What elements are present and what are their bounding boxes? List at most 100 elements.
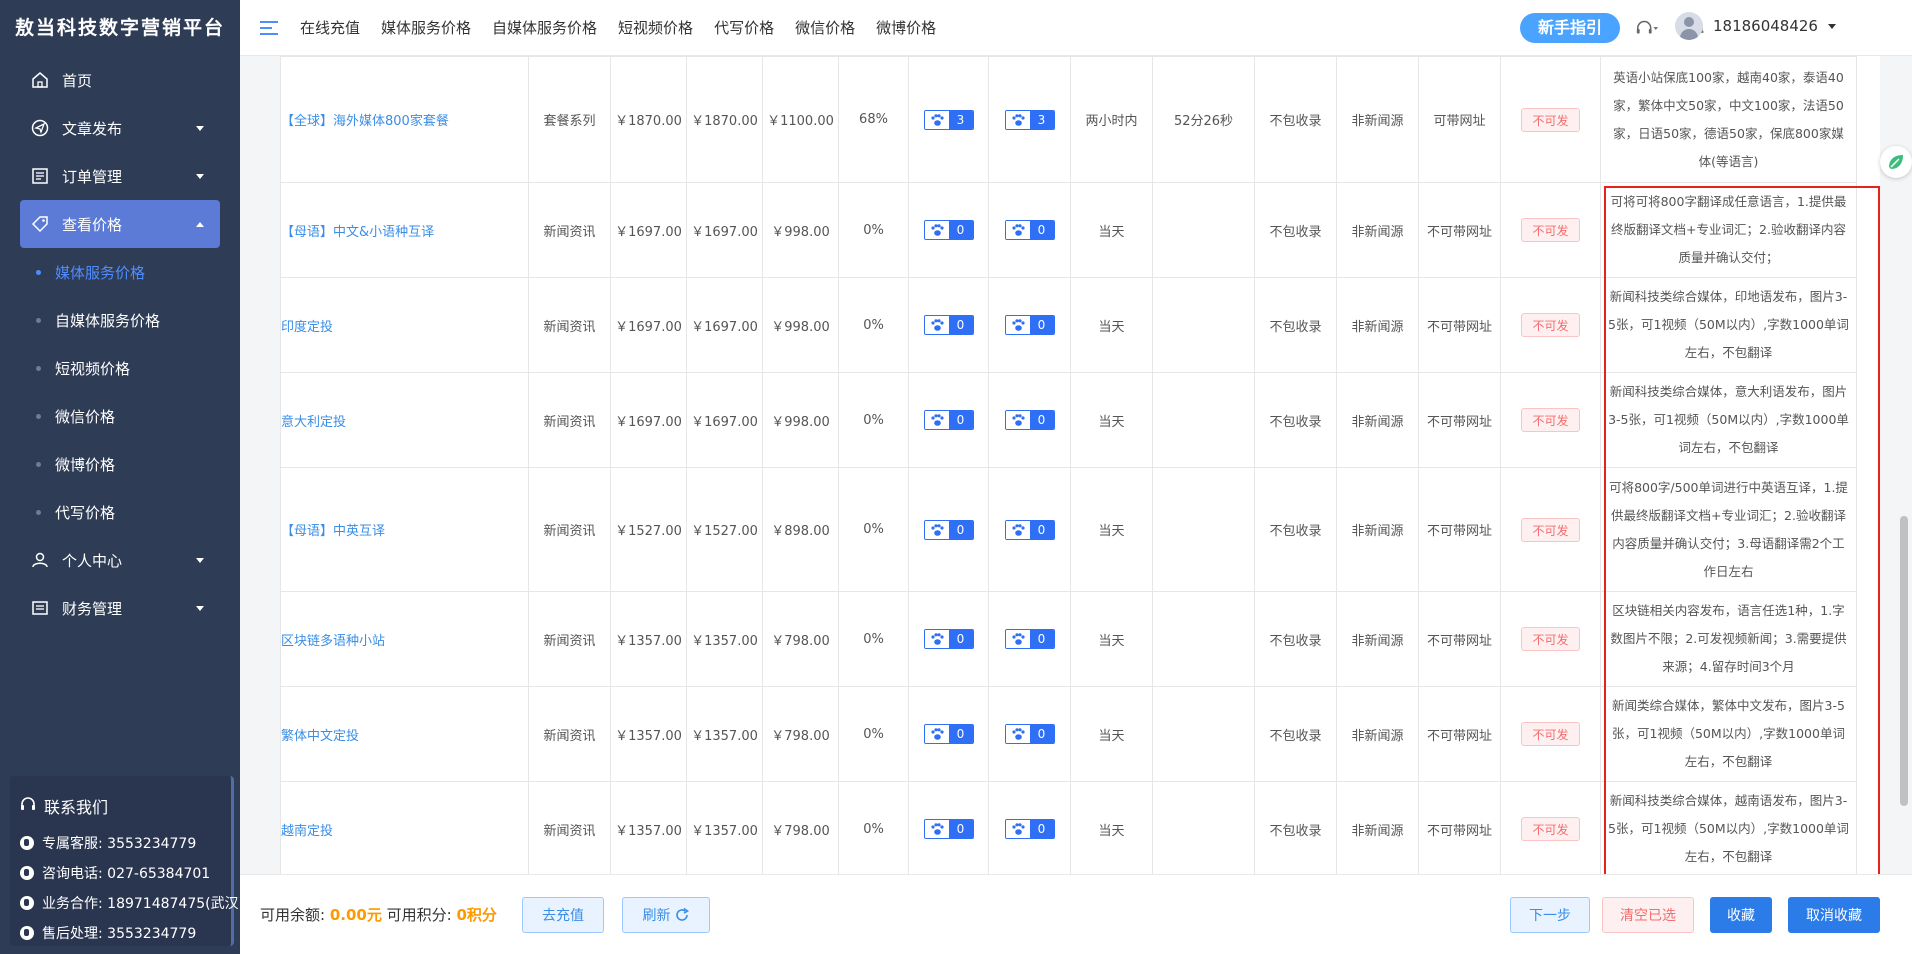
price-3: ￥998.00 <box>762 372 839 468</box>
table-row[interactable]: 意大利定投 新闻资讯 ￥1697.00 ￥1697.00 ￥998.00 0% 0 0 当天 不包… <box>280 372 1857 468</box>
sidebar-item-profile[interactable]: 个人中心 <box>0 536 240 584</box>
username: 18186048426 <box>1713 17 1818 35</box>
uncollect-label: 取消收藏 <box>1806 908 1862 924</box>
baidu-weight-badge: 3 <box>1004 109 1055 130</box>
rate: 0% <box>838 591 909 687</box>
sidebar-item-orders[interactable]: 订单管理 <box>0 152 240 200</box>
paw-icon <box>1005 411 1030 429</box>
sidebar-item-finance[interactable]: 财务管理 <box>0 584 240 632</box>
sidebar-subitem-wechat-price[interactable]: 微信价格 <box>0 392 240 440</box>
uncollect-button[interactable]: 取消收藏 <box>1788 897 1880 933</box>
chevron-down-icon <box>196 558 204 563</box>
scrollbar-thumb[interactable] <box>1900 516 1908 806</box>
status-badge: 不可发 <box>1521 517 1580 542</box>
headset-icon[interactable] <box>1635 16 1659 40</box>
avg-time: 52分26秒 <box>1152 56 1255 183</box>
avg-time <box>1152 591 1255 687</box>
sidebar-subitem-writing-price[interactable]: 代写价格 <box>0 488 240 536</box>
publish-time: 当天 <box>1070 781 1153 874</box>
status-badge: 不可发 <box>1521 218 1580 242</box>
sidebar-item-label: 财务管理 <box>62 599 123 618</box>
media-note: 新闻科技类综合媒体，意大利语发布，图片3-5张，可1视频（50M以内）,字数10… <box>1600 372 1857 468</box>
media-name-link[interactable]: 印度定投 <box>280 277 529 373</box>
sidebar-item-home[interactable]: 首页 <box>0 56 240 104</box>
top-link-shortvideo-price[interactable]: 短视频价格 <box>618 17 693 38</box>
media-name-link[interactable]: 【母语】中英互译 <box>280 467 529 592</box>
status-badge: 不可发 <box>1521 817 1580 841</box>
paw-icon <box>924 221 949 239</box>
price-1: ￥1697.00 <box>610 182 687 278</box>
media-type: 新闻资讯 <box>528 686 611 782</box>
next-step-button[interactable]: 下一步 <box>1510 897 1590 933</box>
paw-icon <box>1005 725 1030 743</box>
points-value: 0积分 <box>456 906 497 924</box>
table-row[interactable]: 【全球】海外媒体800家套餐 套餐系列 ￥1870.00 ￥1870.00 ￥1100.… <box>280 56 1857 183</box>
paw-icon <box>1005 520 1030 539</box>
refresh-button[interactable]: 刷新 <box>622 897 710 933</box>
publish-time: 两小时内 <box>1070 56 1153 183</box>
top-link-writing-price[interactable]: 代写价格 <box>714 17 774 38</box>
avg-time <box>1152 182 1255 278</box>
user-icon <box>30 550 50 570</box>
media-type: 新闻资讯 <box>528 591 611 687</box>
media-name-link[interactable]: 繁体中文定投 <box>280 686 529 782</box>
paw-icon <box>924 630 949 648</box>
refresh-label: 刷新 <box>642 908 671 924</box>
table-row[interactable]: 区块链多语种小站 新闻资讯 ￥1357.00 ￥1357.00 ￥798.00 0% 0 0 当… <box>280 591 1857 687</box>
table-row[interactable]: 越南定投 新闻资讯 ￥1357.00 ￥1357.00 ￥798.00 0% 0 0 当天 不包收… <box>280 781 1857 874</box>
table-row[interactable]: 繁体中文定投 新闻资讯 ￥1357.00 ￥1357.00 ￥798.00 0% 0 0 当天不… <box>280 686 1857 782</box>
top-link-weibo-price[interactable]: 微博价格 <box>876 17 936 38</box>
rate: 0% <box>838 372 909 468</box>
baidu-weight-badge: 0 <box>923 519 974 540</box>
inclusion: 不包收录 <box>1254 372 1337 468</box>
paw-icon <box>1005 110 1030 129</box>
news-source: 非新闻源 <box>1336 781 1419 874</box>
top-link-media-price[interactable]: 媒体服务价格 <box>381 17 471 38</box>
media-type: 新闻资讯 <box>528 467 611 592</box>
media-name-link[interactable]: 【母语】中文&小语种互译 <box>280 182 529 278</box>
media-name-link[interactable]: 【全球】海外媒体800家套餐 <box>280 56 529 183</box>
table-row[interactable]: 印度定投 新闻资讯 ￥1697.00 ￥1697.00 ￥998.00 0% 0 0 当天 不包收… <box>280 277 1857 373</box>
weight-value: 0 <box>948 221 973 239</box>
collect-label: 收藏 <box>1727 908 1755 924</box>
menu-toggle-icon[interactable] <box>260 17 278 39</box>
table-row[interactable]: 【母语】中文&小语种互译 新闻资讯 ￥1697.00 ￥1697.00 ￥998.00 0… <box>280 182 1857 278</box>
collect-button[interactable]: 收藏 <box>1710 897 1772 933</box>
avg-time <box>1152 372 1255 468</box>
top-link-selfmedia-price[interactable]: 自媒体服务价格 <box>492 17 597 38</box>
vertical-scrollbar[interactable] <box>1898 56 1908 874</box>
badge-cell-1: 0 <box>908 182 989 278</box>
contact-text: 专属客服: 3553234779 <box>42 836 197 852</box>
clear-selected-button[interactable]: 清空已选 <box>1602 897 1694 933</box>
baidu-weight-badge: 0 <box>1004 410 1055 430</box>
clear-selected-label: 清空已选 <box>1620 908 1676 924</box>
sidebar-item-article[interactable]: 文章发布 <box>0 104 240 152</box>
recharge-button[interactable]: 去充值 <box>522 897 604 933</box>
status-badge: 不可发 <box>1521 408 1580 432</box>
media-name-link[interactable]: 意大利定投 <box>280 372 529 468</box>
media-name-link[interactable]: 区块链多语种小站 <box>280 591 529 687</box>
inclusion: 不包收录 <box>1254 56 1337 183</box>
baidu-weight-badge: 0 <box>923 819 974 839</box>
sidebar-subitem-weibo-price[interactable]: 微博价格 <box>0 440 240 488</box>
paw-icon <box>1005 820 1030 838</box>
weight-value: 0 <box>1029 316 1054 334</box>
table-row[interactable]: 【母语】中英互译 新闻资讯 ￥1527.00 ￥1527.00 ￥898.00 0% 0 0 当… <box>280 467 1857 592</box>
weight-value: 0 <box>1029 520 1054 539</box>
paw-icon <box>924 725 949 743</box>
user-menu[interactable]: 18186048426 <box>1675 12 1836 40</box>
sidebar-subitem-selfmedia-price[interactable]: 自媒体服务价格 <box>0 296 240 344</box>
sidebar-subitem-shortvideo-price[interactable]: 短视频价格 <box>0 344 240 392</box>
top-link-wechat-price[interactable]: 微信价格 <box>795 17 855 38</box>
news-source: 非新闻源 <box>1336 56 1419 183</box>
sidebar-item-price[interactable]: 查看价格 <box>20 200 220 248</box>
media-name-link[interactable]: 越南定投 <box>280 781 529 874</box>
guide-button[interactable]: 新手指引 <box>1520 13 1620 43</box>
baidu-weight-badge: 0 <box>923 220 974 240</box>
next-step-label: 下一步 <box>1529 908 1571 924</box>
publish-time: 当天 <box>1070 467 1153 592</box>
top-link-recharge[interactable]: 在线充值 <box>300 17 360 38</box>
media-note: 新闻类综合媒体，繁体中文发布，图片3-5张，可1视频（50M以内）,字数1000… <box>1600 686 1857 782</box>
sidebar-subitem-media-price[interactable]: 媒体服务价格 <box>0 248 240 296</box>
weight-value: 0 <box>948 411 973 429</box>
